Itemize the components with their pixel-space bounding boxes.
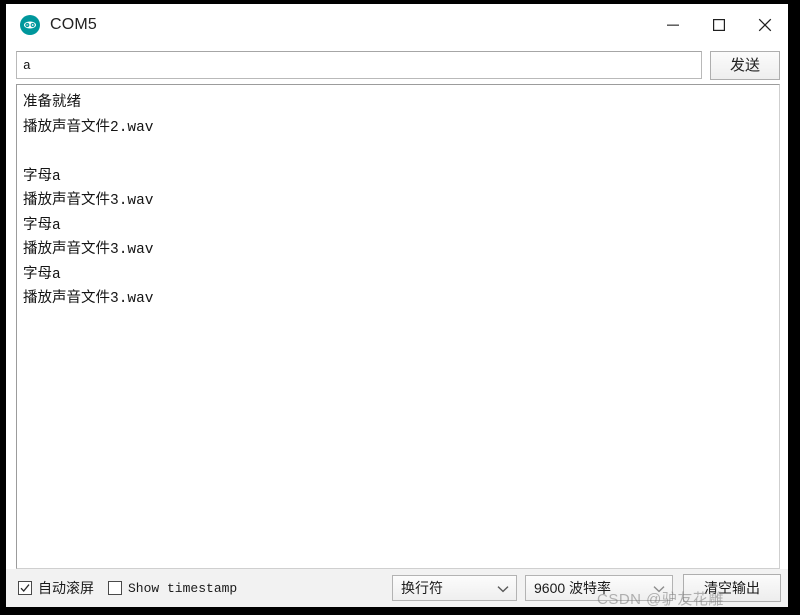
serial-monitor-window: COM5 a 发送 准备就绪 播放声音文件2.wav 字母a 播放声音文件3.w… (6, 4, 788, 607)
serial-output-line: 播放声音文件3.wav (23, 291, 154, 307)
minimize-button[interactable] (650, 4, 696, 46)
serial-output-line: 播放声音文件3.wav (23, 193, 154, 209)
window-controls (650, 4, 788, 46)
window-title: COM5 (50, 16, 98, 33)
autoscroll-label: 自动滚屏 (38, 580, 94, 596)
maximize-button[interactable] (696, 4, 742, 46)
serial-output-line (23, 140, 773, 165)
serial-output-text: 准备就绪播放声音文件2.wav 字母a 播放声音文件3.wav 字母a 播放声音文件3… (17, 85, 779, 568)
show-timestamp-checkbox[interactable]: Show timestamp (108, 581, 237, 596)
baud-rate-value: 9600 波特率 (534, 580, 612, 596)
chevron-down-icon (497, 580, 509, 596)
send-input[interactable] (16, 51, 702, 79)
chevron-down-icon (653, 580, 665, 596)
show-timestamp-checkbox-box (108, 581, 122, 595)
clear-output-button[interactable]: 清空输出 (683, 574, 781, 602)
arduino-logo-icon (20, 15, 40, 35)
screenshot-root: COM5 a 发送 准备就绪 播放声音文件2.wav 字母a 播放声音文件3.w… (0, 0, 800, 615)
serial-output-line: 播放声音文件2.wav (23, 119, 154, 136)
autoscroll-checkbox[interactable]: 自动滚屏 (18, 578, 94, 598)
send-button[interactable]: 发送 (710, 50, 780, 80)
serial-output-line: 字母a (23, 266, 61, 283)
check-icon (20, 584, 30, 592)
baud-rate-select[interactable]: 9600 波特率 (525, 575, 673, 601)
serial-output-panel[interactable]: 准备就绪播放声音文件2.wav 字母a 播放声音文件3.wav 字母a 播放声音文件3… (16, 84, 780, 569)
show-timestamp-label: Show timestamp (128, 580, 238, 596)
serial-output-line: 字母a (23, 168, 61, 185)
status-bar: 自动滚屏 Show timestamp 换行符 9600 波特率 清空输出 (6, 569, 788, 607)
autoscroll-checkbox-box (18, 581, 32, 595)
serial-output-line: 字母a (23, 217, 61, 234)
serial-output-line: 播放声音文件3.wav (23, 242, 154, 258)
line-ending-select[interactable]: 换行符 (392, 575, 517, 601)
serial-output-line: 准备就绪 (23, 95, 81, 111)
title-bar: COM5 (6, 4, 788, 46)
line-ending-value: 换行符 (401, 580, 443, 596)
title-bar-left: COM5 (6, 15, 97, 35)
send-row: 发送 (6, 46, 788, 84)
close-button[interactable] (742, 4, 788, 46)
